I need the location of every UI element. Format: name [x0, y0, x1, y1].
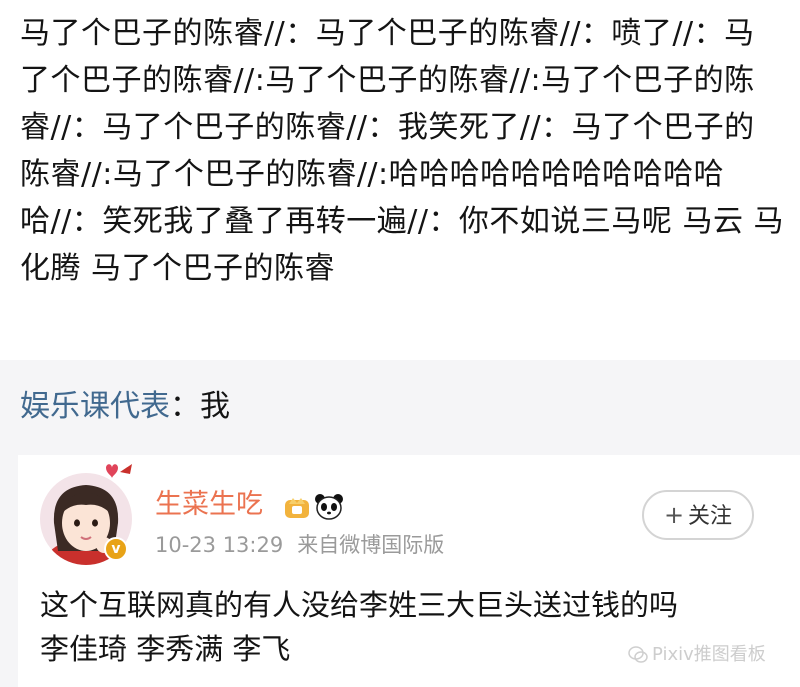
- comment-text: 马了个巴子的陈睿//：马了个巴子的陈睿//：喷了//：马了个巴子的陈睿//:马了…: [20, 16, 785, 286]
- verified-badge-icon: v: [104, 537, 128, 561]
- plus-icon: +: [663, 501, 685, 529]
- follow-button[interactable]: + 关注: [642, 490, 754, 540]
- wechat-icon: [628, 645, 648, 665]
- post-meta: 10-23 13:29 来自微博国际版: [155, 530, 444, 560]
- username[interactable]: 生菜生吃: [155, 488, 263, 522]
- post-text-line-1: 这个互联网真的有人没给李姓三大巨头送过钱的吗: [40, 588, 679, 622]
- watermark-text: Pixiv推图看板: [652, 644, 766, 665]
- repost-separator: ：: [170, 389, 200, 424]
- repost-username[interactable]: 娱乐课代表: [20, 389, 170, 424]
- heart-decoration-icon: [100, 460, 136, 486]
- post-time: 10-23 13:29: [155, 533, 284, 557]
- repost-text: 我: [200, 389, 230, 424]
- comment-block: 马了个巴子的陈睿//：马了个巴子的陈睿//：喷了//：马了个巴子的陈睿//:马了…: [0, 0, 800, 360]
- follow-label: 关注: [688, 504, 733, 529]
- post-source: 来自微博国际版: [297, 533, 445, 557]
- crown-badge-icon: [283, 492, 311, 520]
- panda-badge-icon: [314, 492, 344, 520]
- repost-line: 娱乐课代表：我: [20, 385, 230, 429]
- watermark: Pixiv推图看板: [628, 642, 766, 668]
